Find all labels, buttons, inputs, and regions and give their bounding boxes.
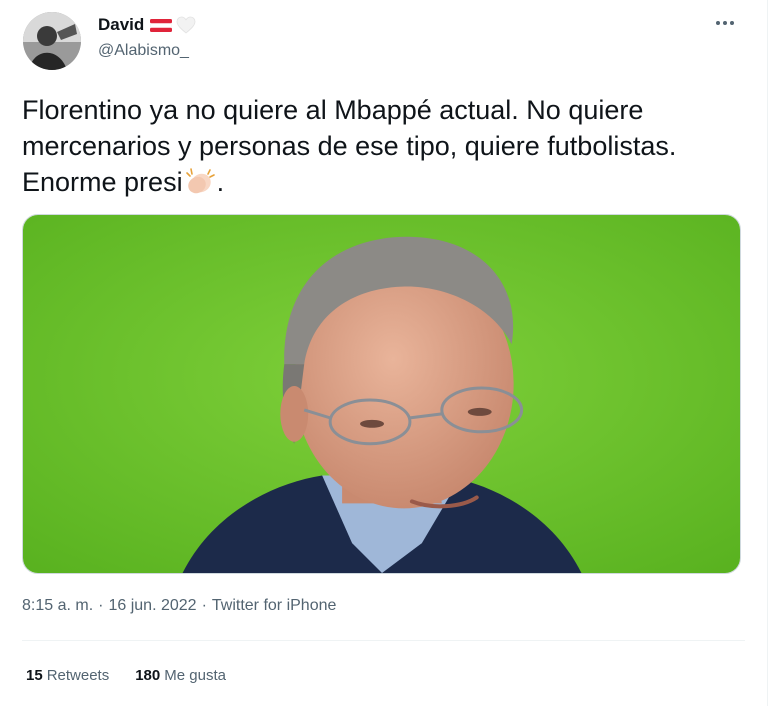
flag-austria-icon [150, 18, 173, 32]
tweet-text: Florentino ya no quiere al Mbappé actual… [22, 92, 752, 200]
meta-separator: · [201, 597, 207, 614]
display-name[interactable]: David [98, 15, 144, 35]
tweet-meta: 8:15 a. m. · 16 jun. 2022 · Twitter for iPho… [22, 597, 336, 615]
clapping-hands-icon [183, 166, 217, 196]
tweet-photo[interactable] [22, 214, 741, 574]
tweet-card: David @Alabismo_ Florentino ya no quiere… [0, 0, 768, 706]
white-heart-icon [176, 16, 196, 34]
avatar[interactable] [23, 12, 81, 70]
more-dots-icon [716, 21, 734, 25]
name-row: David [98, 15, 196, 35]
tweet-time[interactable]: 8:15 a. m. [22, 597, 93, 614]
retweets-stat[interactable]: 15 Retweets [26, 667, 109, 684]
likes-stat[interactable]: 180 Me gusta [135, 667, 226, 684]
tweet-source-link[interactable]: Twitter for iPhone [212, 597, 337, 614]
likes-label: Me gusta [164, 667, 226, 684]
more-options-button[interactable] [713, 14, 737, 34]
tweet-stats: 15 Retweets 180 Me gusta [26, 667, 226, 684]
tweet-date[interactable]: 16 jun. 2022 [108, 597, 196, 614]
divider [22, 640, 745, 641]
user-handle[interactable]: @Alabismo_ [98, 42, 189, 60]
meta-separator: · [98, 597, 104, 614]
likes-count: 180 [135, 667, 161, 684]
retweets-label: Retweets [46, 667, 110, 684]
tweet-text-end: . [216, 167, 225, 197]
retweets-count: 15 [26, 667, 43, 684]
tweet-text-body: Florentino ya no quiere al Mbappé actual… [22, 95, 677, 197]
